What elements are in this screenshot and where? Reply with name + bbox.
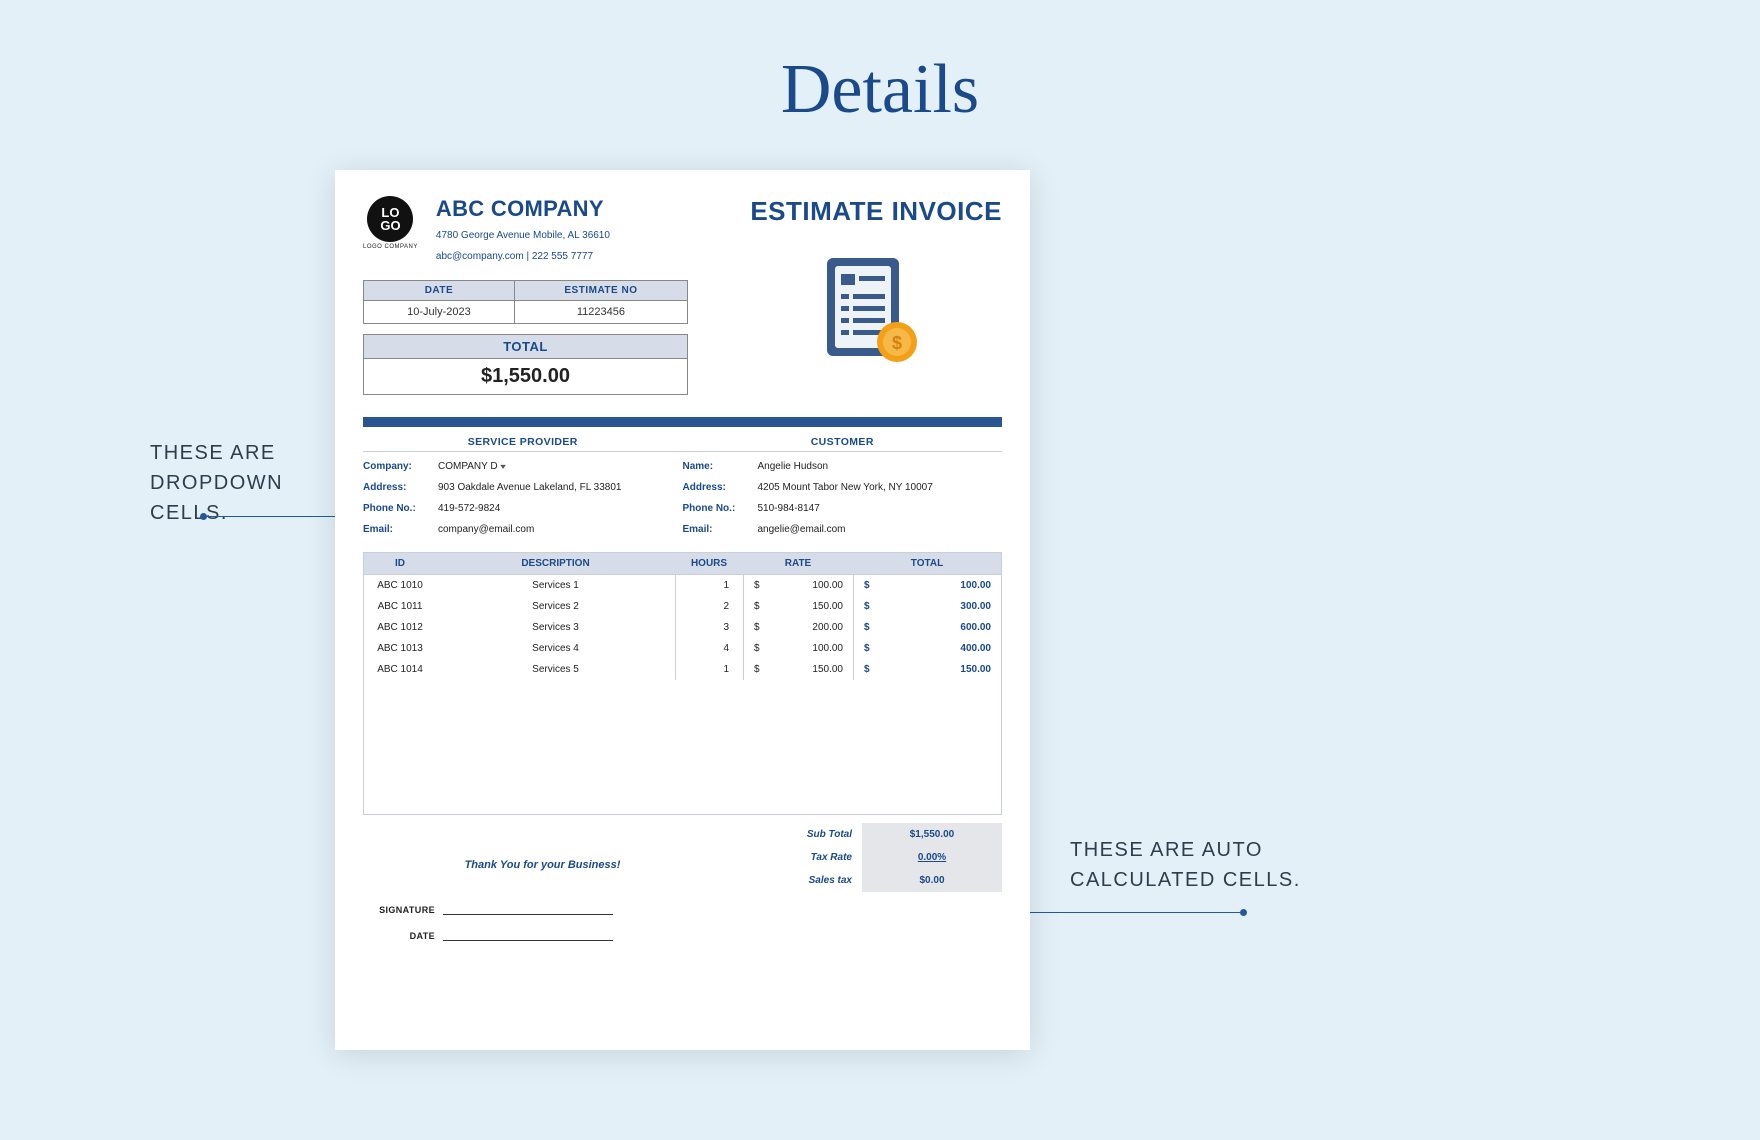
total-label: TOTAL [364, 335, 688, 359]
signature-label: SIGNATURE [363, 905, 443, 915]
table-row: ABC 1012Services 33$200.00$600.00 [364, 617, 1001, 638]
company-address: 4780 George Avenue Mobile, AL 36610 [436, 228, 610, 243]
callout-dot-left [200, 513, 207, 520]
cell-rate[interactable]: $100.00 [743, 638, 853, 659]
total-value: $1,550.00 [364, 359, 688, 395]
provider-address[interactable]: 903 Oakdale Avenue Lakeland, FL 33801 [438, 482, 683, 493]
cell-id[interactable]: ABC 1014 [364, 659, 436, 680]
chevron-down-icon: ▾ [500, 462, 506, 471]
cell-description[interactable]: Services 5 [436, 659, 675, 680]
col-total: TOTAL [853, 553, 1001, 574]
cell-hours[interactable]: 4 [675, 638, 743, 659]
cell-description[interactable]: Services 3 [436, 617, 675, 638]
cell-rate[interactable]: $150.00 [743, 659, 853, 680]
col-hours: HOURS [675, 553, 743, 574]
annotation-autocalc: THESE ARE AUTOCALCULATED CELLS. [1070, 835, 1301, 895]
date-line[interactable] [443, 940, 613, 941]
cell-description[interactable]: Services 4 [436, 638, 675, 659]
cell-rate[interactable]: $100.00 [743, 575, 853, 596]
col-description: DESCRIPTION [436, 553, 675, 574]
logo-circle: LOGO [367, 196, 413, 242]
callout-dot-right [1240, 909, 1247, 916]
annotation-dropdown: THESE AREDROPDOWNCELLS. [150, 438, 283, 528]
date-label: DATE [363, 931, 443, 941]
summary-block: Sub Total $1,550.00 Tax Rate 0.00% Sales… [722, 823, 1002, 957]
col-estimate-no: ESTIMATE NO [514, 281, 687, 301]
svg-text:$: $ [892, 333, 902, 353]
heading-customer: CUSTOMER [683, 431, 1003, 452]
date-estimate-table: DATE ESTIMATE NO 10-July-2023 11223456 [363, 280, 688, 324]
cell-date[interactable]: 10-July-2023 [364, 301, 515, 324]
table-row: ABC 1013Services 44$100.00$400.00 [364, 638, 1001, 659]
invoice-sheet: LOGO LOGO COMPANY ABC COMPANY 4780 Georg… [335, 170, 1030, 1050]
company-name: ABC COMPANY [436, 196, 610, 222]
heading-service-provider: SERVICE PROVIDER [363, 431, 683, 452]
logo-subtext: LOGO COMPANY [363, 244, 418, 250]
company-contact: abc@company.com | 222 555 7777 [436, 249, 610, 264]
cell-id[interactable]: ABC 1010 [364, 575, 436, 596]
page-title: Details [0, 0, 1760, 130]
cell-description[interactable]: Services 2 [436, 596, 675, 617]
cell-estimate-no[interactable]: 11223456 [514, 301, 687, 324]
cell-total: $150.00 [853, 659, 1001, 680]
cell-id[interactable]: ABC 1012 [364, 617, 436, 638]
cell-hours[interactable]: 1 [675, 659, 743, 680]
customer-name[interactable]: Angelie Hudson [758, 461, 1003, 472]
thank-you-text: Thank You for your Business! [363, 859, 722, 871]
cell-total: $300.00 [853, 596, 1001, 617]
signature-line[interactable] [443, 914, 613, 915]
cell-hours[interactable]: 2 [675, 596, 743, 617]
col-rate: RATE [743, 553, 853, 574]
cell-total: $600.00 [853, 617, 1001, 638]
taxrate-label: Tax Rate [722, 846, 862, 869]
provider-company-label: Company: [363, 461, 438, 472]
provider-email[interactable]: company@email.com [438, 524, 683, 535]
taxrate-value[interactable]: 0.00% [862, 846, 1002, 869]
table-row: ABC 1014Services 51$150.00$150.00 [364, 659, 1001, 680]
customer-address-label: Address: [683, 482, 758, 493]
cell-description[interactable]: Services 1 [436, 575, 675, 596]
provider-phone[interactable]: 419-572-9824 [438, 503, 683, 514]
salestax-value: $0.00 [862, 869, 1002, 892]
cell-id[interactable]: ABC 1011 [364, 596, 436, 617]
cell-total: $400.00 [853, 638, 1001, 659]
provider-company-dropdown[interactable]: COMPANY D▾ [438, 461, 683, 472]
provider-email-label: Email: [363, 524, 438, 535]
provider-column: Company: COMPANY D▾ Address: 903 Oakdale… [363, 456, 683, 540]
subtotal-label: Sub Total [722, 823, 862, 846]
table-row: ABC 1011Services 22$150.00$300.00 [364, 596, 1001, 617]
customer-phone[interactable]: 510-984-8147 [758, 503, 1003, 514]
cell-rate[interactable]: $150.00 [743, 596, 853, 617]
customer-address[interactable]: 4205 Mount Tabor New York, NY 10007 [758, 482, 1003, 493]
subtotal-value: $1,550.00 [862, 823, 1002, 846]
customer-email-label: Email: [683, 524, 758, 535]
customer-email[interactable]: angelie@email.com [758, 524, 1003, 535]
cell-hours[interactable]: 1 [675, 575, 743, 596]
invoice-icon: $ [815, 250, 925, 375]
cell-total: $100.00 [853, 575, 1001, 596]
section-divider [363, 417, 1002, 427]
customer-phone-label: Phone No.: [683, 503, 758, 514]
provider-address-label: Address: [363, 482, 438, 493]
salestax-label: Sales tax [722, 869, 862, 892]
logo: LOGO LOGO COMPANY [363, 196, 418, 264]
customer-column: Name: Angelie Hudson Address: 4205 Mount… [683, 456, 1003, 540]
cell-rate[interactable]: $200.00 [743, 617, 853, 638]
col-id: ID [364, 553, 436, 574]
document-title: ESTIMATE INVOICE [750, 196, 1002, 227]
col-date: DATE [364, 281, 515, 301]
table-row: ABC 1010Services 11$100.00$100.00 [364, 575, 1001, 596]
cell-hours[interactable]: 3 [675, 617, 743, 638]
line-items-table: ID DESCRIPTION HOURS RATE TOTAL ABC 1010… [363, 552, 1002, 815]
total-table: TOTAL $1,550.00 [363, 334, 688, 395]
cell-id[interactable]: ABC 1013 [364, 638, 436, 659]
customer-name-label: Name: [683, 461, 758, 472]
provider-phone-label: Phone No.: [363, 503, 438, 514]
